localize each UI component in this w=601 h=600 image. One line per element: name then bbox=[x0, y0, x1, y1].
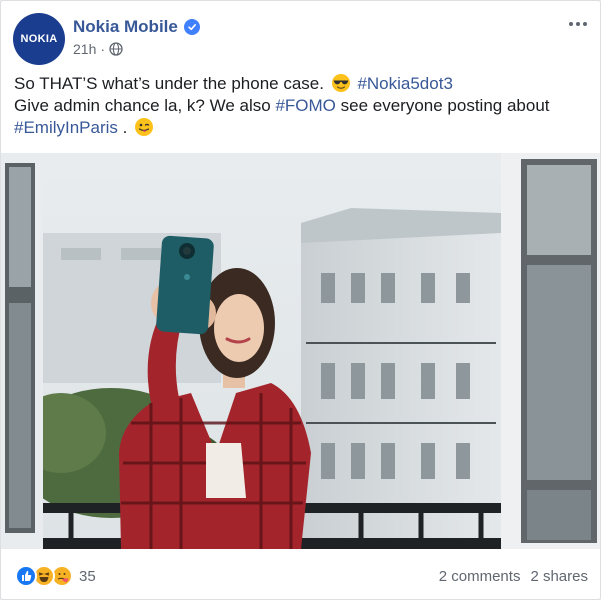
sunglasses-emoji-icon bbox=[331, 74, 350, 92]
post-meta: 21h · bbox=[73, 41, 123, 57]
post-photo[interactable] bbox=[1, 153, 600, 549]
post-timestamp[interactable]: 21h bbox=[73, 41, 96, 57]
post-text-segment: . bbox=[122, 118, 128, 137]
like-reaction-icon bbox=[15, 565, 37, 587]
engagement-stats: 2 comments 2 shares bbox=[439, 568, 588, 585]
hashtag-emilyinparis[interactable]: #EmilyInParis bbox=[14, 118, 118, 137]
verified-badge-icon bbox=[183, 19, 200, 35]
photo-illustration bbox=[1, 153, 600, 549]
comments-count-link[interactable]: 2 comments bbox=[439, 568, 521, 585]
winking-tongue-emoji-icon bbox=[135, 118, 154, 136]
post-card: NOKIA Nokia Mobile 21h · So THAT’S what’… bbox=[0, 0, 601, 600]
reaction-count[interactable]: 35 bbox=[79, 568, 96, 585]
page-name-label[interactable]: Nokia Mobile bbox=[73, 17, 178, 37]
avatar-logo-text: NOKIA bbox=[20, 33, 58, 45]
page-avatar[interactable]: NOKIA bbox=[13, 13, 65, 65]
hashtag-fomo[interactable]: #FOMO bbox=[275, 96, 335, 115]
reactions-summary[interactable]: 35 bbox=[15, 565, 96, 587]
post-text-segment: see everyone posting about bbox=[340, 96, 550, 115]
globe-icon[interactable] bbox=[109, 42, 123, 56]
page-name[interactable]: Nokia Mobile bbox=[73, 17, 200, 37]
hashtag-nokia5dot3[interactable]: #Nokia5dot3 bbox=[357, 74, 452, 93]
post-text-line-1: So THAT’S what’s under the phone case. #… bbox=[14, 73, 589, 95]
shares-count-link[interactable]: 2 shares bbox=[530, 568, 588, 585]
post-text-line-2: Give admin chance la, k? We also #FOMO s… bbox=[14, 95, 589, 117]
post-text: So THAT’S what’s under the phone case. #… bbox=[14, 73, 589, 139]
post-header: NOKIA Nokia Mobile 21h · bbox=[1, 1, 600, 67]
meta-separator: · bbox=[100, 41, 106, 57]
post-text-segment: So THAT’S what’s under the phone case. bbox=[14, 74, 324, 93]
more-options-icon[interactable] bbox=[564, 15, 592, 33]
post-text-line-3: #EmilyInParis . bbox=[14, 117, 589, 139]
post-text-segment: Give admin chance la, k? We also bbox=[14, 96, 271, 115]
post-footer: 35 2 comments 2 shares bbox=[1, 557, 600, 597]
